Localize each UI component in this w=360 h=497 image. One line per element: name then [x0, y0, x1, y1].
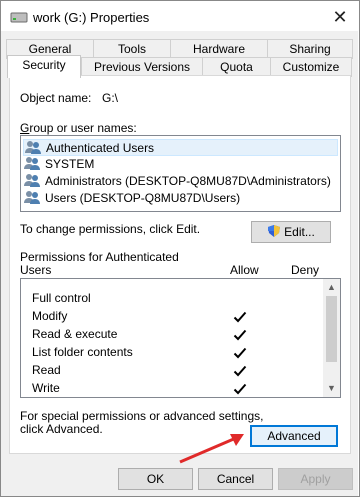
permissions-label-line2: Users — [20, 263, 52, 277]
change-permissions-text: To change permissions, click Edit. — [20, 222, 201, 236]
close-icon[interactable]: ✕ — [322, 5, 358, 29]
tab-security[interactable]: Security — [7, 55, 81, 78]
users-group-icon — [23, 156, 41, 170]
list-item-label: Administrators (DESKTOP-Q8MU87D\Administ… — [45, 174, 331, 188]
tab-sharing[interactable]: Sharing — [267, 39, 353, 59]
scroll-up-icon[interactable]: ▲ — [323, 279, 340, 296]
advanced-text-line1: For special permissions or advanced sett… — [20, 409, 264, 423]
ok-button[interactable]: OK — [118, 468, 193, 490]
permissions-label-line1: Permissions for Authenticated — [20, 250, 179, 264]
deny-header: Deny — [291, 263, 320, 277]
tab-tools[interactable]: Tools — [93, 39, 171, 59]
users-group-icon — [24, 140, 42, 154]
allow-check-icon — [233, 364, 247, 378]
permission-name: List folder contents — [32, 345, 133, 359]
object-name-value: G:\ — [102, 91, 119, 105]
cancel-button[interactable]: Cancel — [198, 468, 273, 490]
permission-name: Modify — [32, 309, 68, 323]
allow-check-icon — [233, 310, 247, 324]
permission-name: Read & execute — [32, 327, 118, 341]
list-item-label: SYSTEM — [45, 157, 95, 171]
title-bar[interactable]: work (G:) Properties ✕ — [2, 2, 359, 32]
list-item-label: Authenticated Users — [46, 141, 155, 155]
tab-quota[interactable]: Quota — [202, 57, 271, 77]
allow-check-icon — [233, 346, 247, 360]
tab-previous-versions[interactable]: Previous Versions — [81, 57, 203, 77]
security-panel: Object name: G:\ Group or user names: Au… — [9, 75, 351, 464]
list-item[interactable]: Users (DESKTOP-Q8MU87D\Users) — [23, 190, 240, 207]
list-item-label: Users (DESKTOP-Q8MU87D\Users) — [45, 191, 241, 205]
permissions-scrollbar[interactable]: ▲ ▼ — [323, 279, 340, 397]
group-list[interactable]: Authenticated Users SYSTEM Administrator… — [20, 135, 341, 212]
group-label: Group or user names: — [20, 121, 137, 135]
users-group-icon — [23, 190, 41, 204]
annotation-arrow-icon — [179, 434, 244, 464]
permission-name: Full control — [32, 291, 91, 305]
tab-hardware[interactable]: Hardware — [170, 39, 268, 59]
advanced-text-line2: click Advanced. — [20, 422, 103, 436]
tab-customize[interactable]: Customize — [270, 57, 352, 77]
uac-shield-icon — [267, 224, 281, 238]
list-item[interactable]: Administrators (DESKTOP-Q8MU87D\Administ… — [23, 173, 331, 190]
drive-icon — [10, 10, 28, 24]
allow-check-icon — [233, 328, 247, 342]
scroll-down-icon[interactable]: ▼ — [323, 380, 340, 397]
apply-button[interactable]: Apply — [278, 468, 353, 490]
scroll-thumb[interactable] — [326, 296, 337, 362]
edit-button-label: Edit... — [284, 225, 315, 239]
dialog-client: General Tools Hardware Sharing Security … — [1, 31, 358, 496]
allow-check-icon — [233, 382, 247, 396]
edit-button[interactable]: Edit... — [251, 221, 331, 243]
object-name-label: Object name: — [20, 91, 92, 105]
allow-header: Allow — [230, 263, 259, 277]
advanced-button[interactable]: Advanced — [250, 425, 338, 447]
permissions-list[interactable]: Full control Modify Read & execute List … — [20, 278, 341, 398]
list-item[interactable]: Authenticated Users — [23, 139, 338, 156]
permission-name: Read — [32, 363, 61, 377]
users-group-icon — [23, 173, 41, 187]
window-title: work (G:) Properties — [33, 10, 150, 25]
list-item[interactable]: SYSTEM — [23, 156, 94, 173]
permission-name: Write — [32, 381, 60, 395]
